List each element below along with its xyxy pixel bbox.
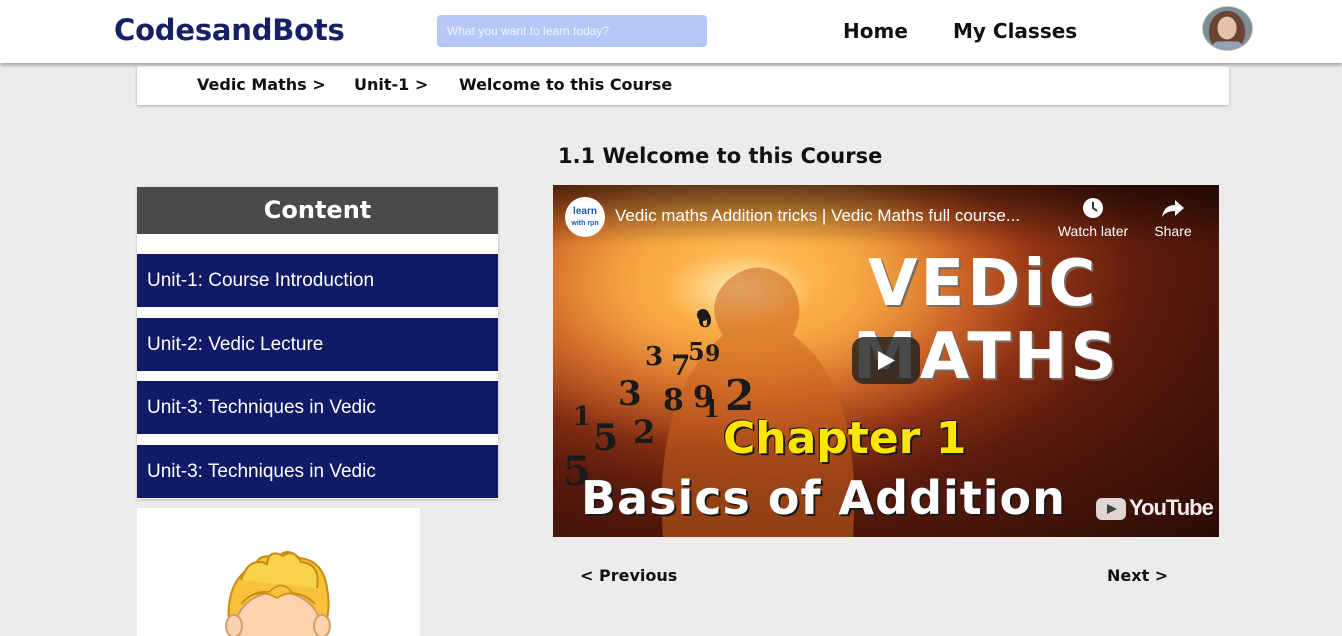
watch-later-label: Watch later: [1057, 223, 1129, 239]
user-avatar-icon[interactable]: [1202, 6, 1253, 51]
nav-home-link[interactable]: Home: [843, 19, 908, 43]
thumbnail-text-vedic: VEDiC: [868, 247, 1099, 321]
sidebar-item-unit-1[interactable]: Unit-1: Course Introduction: [137, 254, 498, 307]
svg-text:9: 9: [705, 341, 720, 367]
channel-logo[interactable]: learn with rpn: [565, 197, 605, 237]
previous-lesson-link[interactable]: < Previous: [580, 566, 677, 585]
search-input[interactable]: [437, 15, 707, 47]
content-sidebar: Content Unit-1: Course Introduction Unit…: [137, 187, 498, 499]
video-player[interactable]: 0 3 7 5 9 3 8 9 2 5 2 1 5 1 learn with r…: [553, 185, 1219, 537]
play-button[interactable]: [852, 337, 920, 384]
sidebar-title: Content: [137, 187, 498, 234]
next-lesson-link[interactable]: Next >: [1107, 566, 1168, 585]
sidebar-item-unit-3-repeat[interactable]: Unit-3: Techniques in Vedic: [137, 445, 498, 498]
sidebar-item-unit-2[interactable]: Unit-2: Vedic Lecture: [137, 318, 498, 371]
nav-my-classes-link[interactable]: My Classes: [953, 19, 1077, 43]
svg-text:0: 0: [698, 308, 712, 332]
channel-logo-line1: learn: [573, 206, 597, 217]
promo-illustration: [137, 508, 420, 636]
share-label: Share: [1154, 223, 1192, 239]
svg-text:1: 1: [573, 402, 591, 432]
youtube-logo[interactable]: YouTube: [1096, 495, 1214, 521]
avatar-portrait: [1203, 7, 1252, 50]
svg-text:3: 3: [645, 342, 663, 372]
clock-icon: [1083, 198, 1103, 218]
watch-later-button[interactable]: Watch later: [1057, 197, 1129, 239]
youtube-label: YouTube: [1129, 495, 1214, 520]
breadcrumb-unit-1[interactable]: Unit-1 >: [354, 75, 428, 94]
sidebar-item-unit-3[interactable]: Unit-3: Techniques in Vedic: [137, 381, 498, 434]
youtube-play-icon: [1096, 498, 1126, 521]
breadcrumb: Vedic Maths > Unit-1 > Welcome to this C…: [137, 66, 1229, 105]
channel-logo-line2: with rpn: [571, 220, 599, 227]
thumbnail-text-chapter: Chapter 1: [723, 413, 967, 464]
breadcrumb-current: Welcome to this Course: [459, 75, 673, 94]
svg-text:1: 1: [703, 394, 720, 423]
video-title[interactable]: Vedic maths Addition tricks | Vedic Math…: [615, 206, 1055, 226]
lesson-title: 1.1 Welcome to this Course: [558, 144, 883, 168]
share-button[interactable]: Share: [1137, 197, 1209, 239]
svg-text:2: 2: [633, 413, 655, 451]
brand-logo[interactable]: CodesandBots: [114, 13, 345, 47]
cartoon-boy-icon: [225, 551, 331, 636]
share-arrow-icon: [1162, 200, 1184, 217]
svg-text:3: 3: [618, 374, 642, 414]
top-navbar: CodesandBots Home My Classes: [0, 0, 1342, 63]
breadcrumb-vedic-maths[interactable]: Vedic Maths >: [197, 75, 326, 94]
svg-text:5: 5: [593, 417, 618, 459]
thumbnail-text-basics: Basics of Addition: [581, 471, 1066, 525]
play-icon: [878, 351, 895, 370]
svg-text:8: 8: [663, 383, 684, 418]
svg-text:5: 5: [688, 337, 705, 366]
